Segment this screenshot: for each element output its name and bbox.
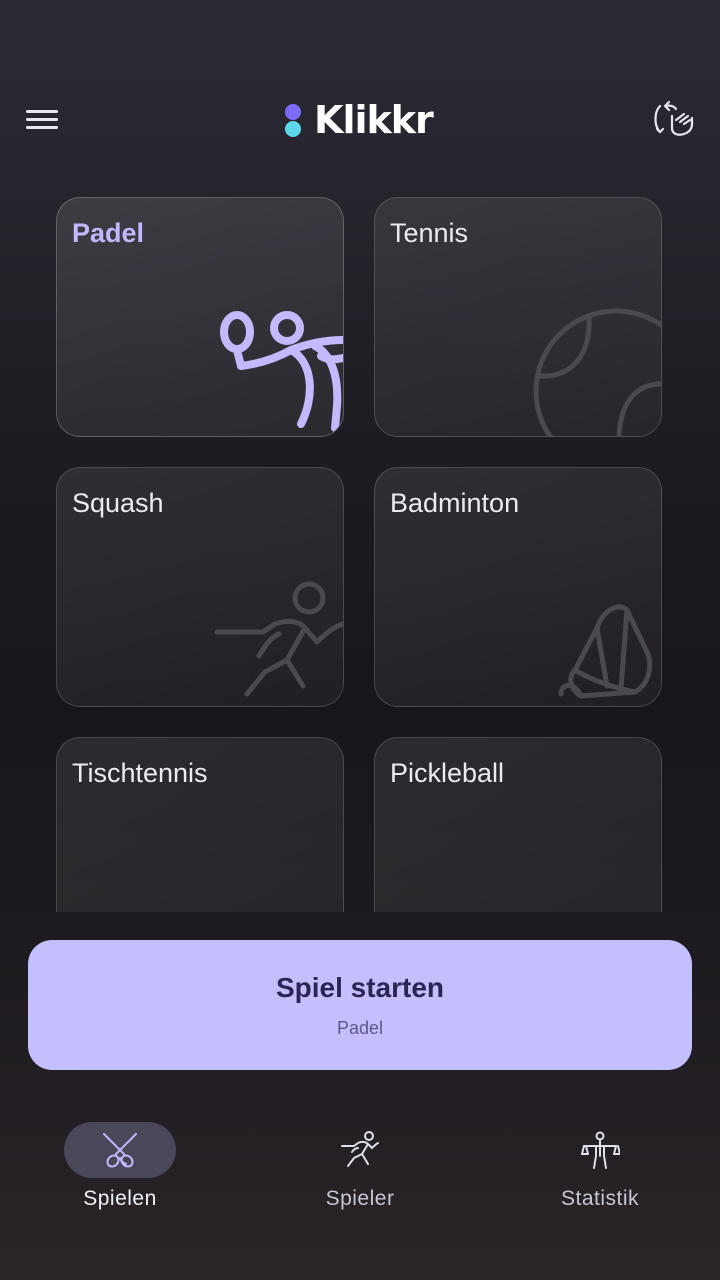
sport-card-label: Tennis	[390, 218, 469, 248]
menu-button[interactable]	[24, 104, 60, 136]
sport-card-label: Padel	[72, 218, 145, 248]
bottom-navigation: Spielen Spieler Statistik	[0, 1110, 720, 1230]
pickleball-icon	[531, 846, 661, 912]
table-tennis-ball-icon	[213, 846, 343, 912]
sport-grid: Padel Tennis Squash Badminton Tischtenni…	[0, 180, 720, 912]
padel-player-icon	[220, 311, 343, 432]
squash-player-icon	[214, 581, 343, 697]
sport-card-pickleball[interactable]: Pickleball	[374, 737, 662, 912]
tennis-ball-icon	[533, 308, 661, 436]
sport-card-tischtennis[interactable]: Tischtennis	[56, 737, 344, 912]
nav-label: Statistik	[560, 1187, 640, 1210]
nav-item-spielen[interactable]: Spielen	[20, 1110, 220, 1220]
hamburger-icon-line	[26, 126, 58, 129]
running-player-icon	[341, 1131, 379, 1167]
nav-item-statistik[interactable]: Statistik	[500, 1110, 700, 1220]
hamburger-icon	[26, 110, 58, 113]
start-game-title: Spiel starten	[275, 972, 445, 1003]
rotate-device-button[interactable]	[650, 98, 698, 142]
shuttlecock-icon	[558, 604, 653, 699]
sport-card-label: Squash	[72, 488, 164, 518]
sport-card-label: Badminton	[390, 488, 520, 518]
rotate-device-icon	[654, 100, 694, 136]
nav-item-spieler[interactable]: Spieler	[260, 1110, 460, 1220]
logo-dots-icon	[284, 100, 302, 140]
sport-card-label: Pickleball	[390, 758, 505, 788]
sport-card-padel[interactable]: Padel	[56, 197, 344, 437]
app-logo: Klikkr	[284, 96, 434, 144]
hamburger-icon-line	[26, 118, 58, 121]
crossed-rackets-icon	[103, 1133, 137, 1168]
sport-card-squash[interactable]: Squash	[56, 467, 344, 707]
nav-label: Spieler	[325, 1187, 395, 1210]
app-header: Klikkr	[0, 0, 720, 200]
nav-label: Spielen	[83, 1187, 157, 1210]
app-name: Klikkr	[314, 98, 434, 142]
sport-card-label: Tischtennis	[72, 758, 208, 788]
selected-sport-subtitle: Padel	[336, 1018, 384, 1038]
sport-card-tennis[interactable]: Tennis	[374, 197, 662, 437]
sport-card-badminton[interactable]: Badminton	[374, 467, 662, 707]
person-balance-icon	[581, 1131, 620, 1169]
start-game-button[interactable]: Spiel starten Padel	[28, 940, 692, 1070]
